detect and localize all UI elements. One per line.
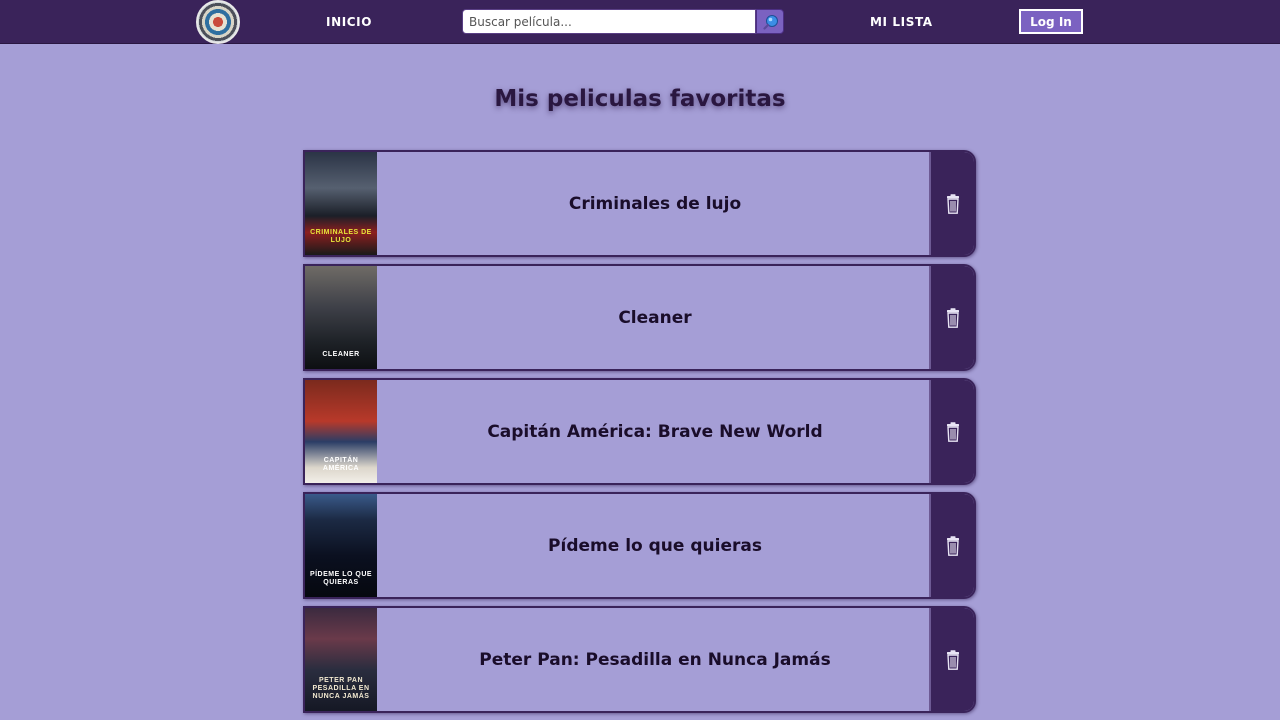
search-icon bbox=[763, 15, 778, 30]
poster-caption: PÍDEME LO QUE QUIERAS bbox=[309, 571, 373, 586]
movie-card-1: CRIMINALES DE LUJO Criminales de lujo bbox=[303, 150, 976, 257]
trash-icon bbox=[946, 193, 959, 214]
movie-poster[interactable]: CRIMINALES DE LUJO bbox=[305, 152, 377, 255]
movie-card-3: CAPITÁN AMÉRICA Capitán América: Brave N… bbox=[303, 378, 976, 485]
poster-caption: PETER PAN PESADILLA EN NUNCA JAMÁS bbox=[312, 677, 370, 700]
movie-title: Cleaner bbox=[618, 307, 692, 328]
nav-mi-lista-link[interactable]: MI LISTA bbox=[870, 14, 933, 30]
trash-icon bbox=[946, 307, 959, 328]
delete-button[interactable] bbox=[929, 494, 974, 597]
movie-card-5: PETER PAN PESADILLA EN NUNCA JAMÁS Peter… bbox=[303, 606, 976, 713]
movie-card-4: PÍDEME LO QUE QUIERAS Pídeme lo que quie… bbox=[303, 492, 976, 599]
delete-button[interactable] bbox=[929, 608, 974, 711]
movie-poster[interactable]: PÍDEME LO QUE QUIERAS bbox=[305, 494, 377, 597]
favorites-list: CRIMINALES DE LUJO Criminales de lujo CL… bbox=[303, 150, 976, 720]
movie-title: Pídeme lo que quieras bbox=[548, 535, 762, 556]
search-bar bbox=[462, 9, 784, 34]
poster-caption: CRIMINALES DE LUJO bbox=[310, 229, 372, 244]
movie-poster[interactable]: CAPITÁN AMÉRICA bbox=[305, 380, 377, 483]
movie-poster[interactable]: CLEANER bbox=[305, 266, 377, 369]
movie-poster[interactable]: PETER PAN PESADILLA EN NUNCA JAMÁS bbox=[305, 608, 377, 711]
delete-button[interactable] bbox=[929, 152, 974, 255]
poster-caption: CAPITÁN AMÉRICA bbox=[322, 457, 360, 472]
trash-icon bbox=[946, 649, 959, 670]
trash-icon bbox=[946, 535, 959, 556]
poster-caption: CLEANER bbox=[322, 351, 360, 358]
movie-title: Capitán América: Brave New World bbox=[487, 421, 823, 442]
movie-card-2: CLEANER Cleaner bbox=[303, 264, 976, 371]
delete-button[interactable] bbox=[929, 380, 974, 483]
search-button[interactable] bbox=[756, 9, 784, 34]
login-button[interactable]: Log In bbox=[1019, 9, 1083, 34]
navbar: INICIO MI LISTA Log In bbox=[0, 0, 1280, 44]
trash-icon bbox=[946, 421, 959, 442]
page-title: Mis peliculas favoritas bbox=[494, 86, 786, 112]
logo-icon[interactable] bbox=[196, 0, 240, 44]
search-input[interactable] bbox=[462, 9, 756, 34]
nav-inicio-link[interactable]: INICIO bbox=[326, 14, 372, 30]
delete-button[interactable] bbox=[929, 266, 974, 369]
movie-title: Peter Pan: Pesadilla en Nunca Jamás bbox=[479, 649, 831, 670]
movie-title: Criminales de lujo bbox=[568, 193, 742, 214]
